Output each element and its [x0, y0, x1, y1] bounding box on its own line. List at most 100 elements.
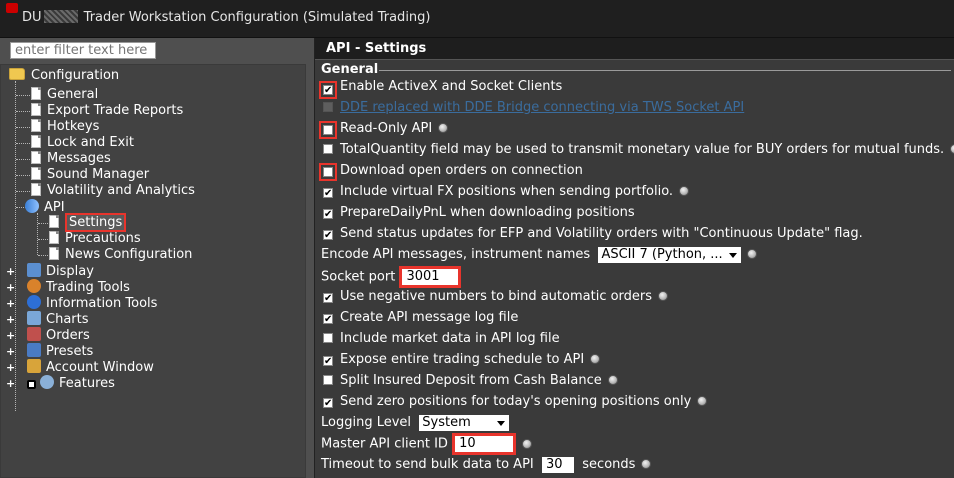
tree-item-general[interactable]: General: [31, 87, 98, 103]
tree-item-api[interactable]: API: [25, 199, 65, 215]
master-client-id-input[interactable]: 10: [455, 436, 514, 452]
checkbox[interactable]: ✔: [323, 209, 333, 220]
expand-icon[interactable]: +: [6, 346, 15, 357]
encode-select[interactable]: ASCII 7 (Python, ...: [598, 246, 741, 263]
tree-group-features[interactable]: Features: [27, 375, 115, 391]
info-icon[interactable]: [522, 438, 533, 449]
checkbox[interactable]: ✔: [323, 398, 333, 409]
socket-port-row: Socket port 3001: [321, 266, 462, 288]
checkbox[interactable]: ✔: [323, 314, 333, 325]
dde-link[interactable]: DDE replaced with DDE Bridge connecting …: [340, 100, 744, 115]
tree-item-api-news-configuration[interactable]: News Configuration: [49, 247, 192, 263]
presets-icon: [27, 343, 41, 357]
title-bar: DU Trader Workstation Configuration (Sim…: [0, 0, 954, 38]
option-daily-pnl[interactable]: ✔ PrepareDailyPnL when downloading positi…: [323, 204, 635, 222]
info-icon: [27, 295, 41, 309]
checkbox[interactable]: ✔: [323, 356, 333, 367]
tree-group-information-tools[interactable]: Information Tools: [27, 295, 157, 311]
tree-item-hotkeys[interactable]: Hotkeys: [31, 119, 99, 135]
trading-tools-icon: [27, 279, 41, 293]
account-icon: [27, 359, 41, 373]
page-icon: [31, 167, 41, 180]
info-icon[interactable]: [607, 375, 618, 385]
settings-panel: API - Settings General ✔ Enable ActiveX a…: [314, 38, 954, 478]
checkbox[interactable]: ✔: [323, 85, 333, 96]
option-zero-positions[interactable]: ✔ Send zero positions for today's opening…: [323, 393, 708, 411]
option-negative-numbers[interactable]: ✔ Use negative numbers to bind automatic …: [323, 288, 669, 306]
info-icon[interactable]: [590, 354, 601, 364]
option-insured-deposit[interactable]: Split Insured Deposit from Cash Balance: [323, 372, 618, 390]
page-icon: [31, 135, 41, 148]
checkbox[interactable]: [323, 167, 333, 177]
folder-icon: [9, 68, 25, 80]
features-check-icon: [27, 380, 36, 389]
expand-icon[interactable]: +: [6, 282, 15, 293]
page-icon: [49, 247, 59, 260]
info-icon[interactable]: [658, 291, 669, 301]
expand-icon[interactable]: +: [6, 330, 15, 341]
page-icon: [49, 215, 59, 228]
chart-icon: [27, 311, 41, 325]
option-api-log-file[interactable]: ✔ Create API message log file: [323, 309, 518, 327]
option-read-only-api[interactable]: Read-Only API: [319, 120, 449, 139]
redacted-account-id: [43, 10, 78, 23]
tree-group-orders[interactable]: Orders: [27, 327, 90, 343]
tree-item-api-settings[interactable]: Settings: [49, 213, 127, 232]
socket-port-input[interactable]: 3001: [402, 269, 459, 285]
checkbox[interactable]: [323, 333, 333, 343]
option-trading-schedule[interactable]: ✔ Expose entire trading schedule to API: [323, 351, 601, 369]
option-enable-activex[interactable]: ✔ Enable ActiveX and Socket Clients: [319, 78, 562, 99]
tree-group-account-window[interactable]: Account Window: [27, 359, 154, 375]
info-icon[interactable]: [679, 186, 690, 196]
expand-icon[interactable]: +: [6, 314, 15, 325]
expand-icon[interactable]: +: [6, 298, 15, 309]
tree-item-messages[interactable]: Messages: [31, 151, 111, 167]
checkbox: [323, 102, 333, 112]
expand-icon[interactable]: +: [6, 378, 15, 389]
info-icon[interactable]: [438, 123, 449, 133]
option-virtual-fx[interactable]: ✔ Include virtual FX positions when sendi…: [323, 183, 690, 201]
info-icon[interactable]: [641, 459, 652, 469]
checkbox[interactable]: ✔: [323, 188, 333, 199]
left-pane: Configuration General Export Trade Repor…: [0, 38, 314, 478]
timeout-row: Timeout to send bulk data to API 30 seco…: [321, 456, 652, 474]
logging-level-row: Logging Level System: [321, 414, 510, 432]
tree-group-trading-tools[interactable]: Trading Tools: [27, 279, 130, 295]
info-icon[interactable]: [697, 396, 708, 406]
window-title: DU Trader Workstation Configuration (Sim…: [22, 10, 431, 25]
filter-input[interactable]: [10, 42, 156, 59]
option-dde: DDE replaced with DDE Bridge connecting …: [323, 99, 744, 117]
tree-item-lock-and-exit[interactable]: Lock and Exit: [31, 135, 134, 151]
tree-group-display[interactable]: Display: [27, 263, 94, 279]
display-icon: [27, 263, 41, 277]
page-icon: [31, 119, 41, 132]
gear-icon: [40, 375, 54, 389]
checkbox[interactable]: [323, 125, 333, 135]
tree-item-export-trade-reports[interactable]: Export Trade Reports: [31, 103, 183, 119]
tree-root-configuration[interactable]: Configuration: [9, 68, 119, 84]
config-tree: Configuration General Export Trade Repor…: [0, 64, 306, 478]
option-status-updates[interactable]: ✔ Send status updates for EFP and Volatil…: [323, 225, 863, 243]
logging-level-select[interactable]: System: [419, 414, 510, 431]
tree-item-api-precautions[interactable]: Precautions: [49, 231, 141, 247]
panel-header: API - Settings: [315, 38, 954, 60]
info-icon[interactable]: [746, 249, 757, 259]
tree-item-sound-manager[interactable]: Sound Manager: [31, 167, 149, 183]
option-download-open-orders[interactable]: Download open orders on connection: [319, 162, 583, 181]
api-arrows-icon: [25, 199, 39, 213]
option-market-data-log[interactable]: Include market data in API log file: [323, 330, 560, 348]
checkbox[interactable]: ✔: [323, 293, 333, 304]
page-icon: [49, 231, 59, 244]
option-total-quantity[interactable]: TotalQuantity field may be used to trans…: [323, 141, 954, 159]
checkbox[interactable]: [323, 375, 333, 385]
checkbox[interactable]: [323, 144, 333, 154]
tree-group-charts[interactable]: Charts: [27, 311, 89, 327]
checkbox[interactable]: ✔: [323, 230, 333, 241]
info-icon[interactable]: [950, 144, 954, 154]
page-icon: [31, 151, 41, 164]
timeout-input[interactable]: 30: [542, 456, 575, 473]
tree-item-volatility-and-analytics[interactable]: Volatility and Analytics: [31, 183, 195, 199]
tree-group-presets[interactable]: Presets: [27, 343, 93, 359]
expand-icon[interactable]: +: [6, 266, 15, 277]
expand-icon[interactable]: +: [6, 362, 15, 373]
